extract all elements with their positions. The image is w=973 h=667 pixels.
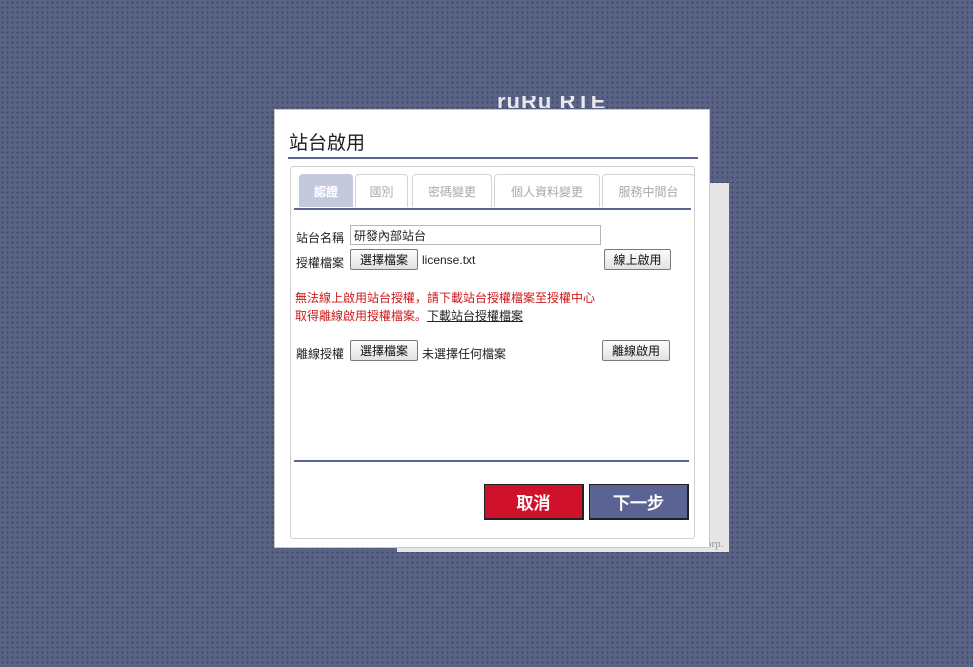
footer-divider [294,460,689,462]
next-step-button[interactable]: 下一步 [589,484,689,520]
tab-profile-change[interactable]: 個人資料變更 [494,174,600,207]
dialog-title: 站台啟用 [289,133,366,154]
tab-country[interactable]: 國別 [355,174,408,207]
license-file-name: license.txt [422,253,476,267]
site-activation-dialog: 站台啟用 認證 國別 密碼變更 個人資料變更 服務中間台 站台名稱 授權檔案 選… [274,109,710,548]
offline-file-name: 未選擇任何檔案 [422,347,507,361]
site-name-label: 站台名稱 [296,231,345,245]
tab-service-middleware[interactable]: 服務中間台 [602,174,695,207]
choose-offline-file-button[interactable]: 選擇檔案 [350,340,418,361]
download-license-link[interactable]: 下載站台授權檔案 [427,309,523,323]
license-file-label: 授權檔案 [296,256,345,270]
background-logo: ruRu RTE [497,96,622,108]
online-activate-button[interactable]: 線上啟用 [604,249,671,270]
title-divider [288,157,698,159]
cancel-button[interactable]: 取消 [484,484,584,520]
dialog-content-panel: 認證 國別 密碼變更 個人資料變更 服務中間台 站台名稱 授權檔案 選擇檔案 l… [290,166,695,539]
offline-license-label: 離線授權 [296,347,345,361]
tab-authentication[interactable]: 認證 [299,174,353,207]
choose-license-file-button[interactable]: 選擇檔案 [350,249,418,270]
offline-warning-message: 無法線上啟用站台授權，請下載站台授權檔案至授權中心取得離線啟用授權檔案。下載站台… [295,289,600,325]
offline-activate-button[interactable]: 離線啟用 [602,340,670,361]
tabs-divider [294,208,691,210]
tab-password-change[interactable]: 密碼變更 [412,174,492,207]
site-name-input[interactable] [350,225,601,245]
